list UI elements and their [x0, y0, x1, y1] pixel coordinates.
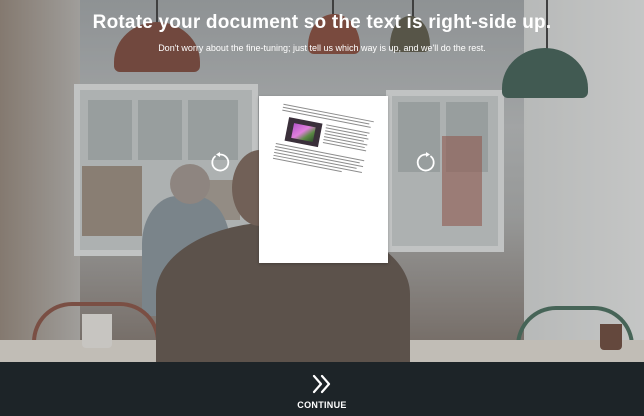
document-content: [272, 103, 374, 180]
document-photo: [284, 117, 323, 148]
continue-label: CONTINUE: [297, 400, 347, 410]
continue-button[interactable]: CONTINUE: [272, 370, 372, 412]
rotate-clockwise-icon: [414, 150, 438, 174]
document-preview: [259, 96, 388, 263]
page-title: Rotate your document so the text is righ…: [92, 12, 552, 33]
page-subtitle: Don't worry about the fine-tuning; just …: [158, 43, 486, 53]
rotate-left-button[interactable]: [208, 150, 232, 174]
rotate-right-button[interactable]: [414, 150, 438, 174]
rotate-counterclockwise-icon: [208, 150, 232, 174]
double-chevron-right-icon: [310, 372, 334, 396]
